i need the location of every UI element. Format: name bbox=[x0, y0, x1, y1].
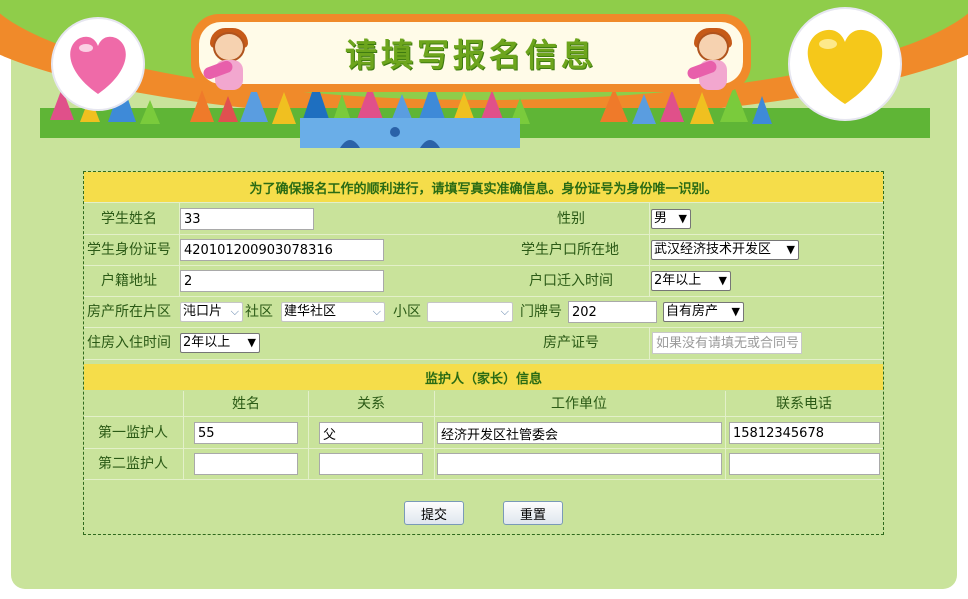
student-id-input[interactable] bbox=[180, 239, 384, 261]
household-address-input[interactable] bbox=[180, 270, 384, 292]
guardian-row-label: 第二监护人 bbox=[98, 456, 168, 472]
chevron-down-icon: ▼ bbox=[731, 305, 740, 318]
column-header-relation: 关系 bbox=[357, 396, 385, 412]
area-select[interactable]: 沌口片 ⌵ bbox=[180, 302, 243, 322]
girl-left-icon bbox=[201, 28, 253, 94]
row-name-gender: 学生姓名 性别 男▼ bbox=[84, 203, 883, 235]
community-select[interactable]: 建华社区 ⌵ bbox=[281, 302, 385, 322]
chevron-down-icon: ▼ bbox=[786, 243, 795, 256]
household-address-label: 户籍地址 bbox=[101, 273, 157, 289]
door-number-label: 门牌号 bbox=[520, 304, 562, 320]
hukou-place-select-value: 武汉经济技术开发区 bbox=[654, 242, 772, 257]
guardian-section-title: 监护人（家长）信息 bbox=[84, 364, 883, 390]
yellow-heart-icon bbox=[788, 7, 902, 121]
column-header-name: 姓名 bbox=[232, 396, 260, 412]
door-number-input[interactable] bbox=[568, 301, 657, 323]
property-area-label: 房产所在片区 bbox=[87, 304, 171, 320]
chevron-down-icon: ⌵ bbox=[372, 305, 381, 318]
submit-button[interactable]: 提交 bbox=[404, 501, 464, 525]
row-property-area: 房产所在片区 沌口片 ⌵ 社区 建华社区 ⌵ 小区 ⌵ 门牌号 自有房产 ▼ bbox=[84, 296, 883, 328]
student-name-input[interactable] bbox=[180, 208, 314, 230]
property-cert-input[interactable] bbox=[652, 332, 802, 354]
guardian1-phone-input[interactable] bbox=[729, 422, 880, 444]
hukou-move-time-value: 2年以上 bbox=[654, 273, 702, 288]
gender-select-value: 男 bbox=[654, 211, 668, 226]
header-banner: 请填写报名信息 bbox=[0, 0, 968, 160]
move-in-time-value: 2年以上 bbox=[183, 335, 231, 350]
residential-district-select[interactable]: ⌵ bbox=[427, 302, 513, 322]
residential-district-label: 小区 bbox=[393, 304, 421, 320]
pink-heart-icon bbox=[51, 17, 145, 111]
title-frame: 请填写报名信息 bbox=[191, 14, 751, 92]
community-label: 社区 bbox=[245, 304, 273, 320]
hukou-place-select[interactable]: 武汉经济技术开发区 ▼ bbox=[651, 240, 799, 260]
guardian2-workplace-input[interactable] bbox=[437, 453, 722, 475]
property-type-select[interactable]: 自有房产 ▼ bbox=[663, 302, 744, 322]
community-select-value: 建华社区 bbox=[284, 304, 337, 319]
row-movein-cert: 住房入住时间 2年以上 ▼ 房产证号 bbox=[84, 327, 883, 360]
form-notice: 为了确保报名工作的顺利进行，请填写真实准确信息。身份证号为身份唯一识别。 bbox=[84, 172, 883, 203]
row-id-hukou: 学生身份证号 学生户口所在地 武汉经济技术开发区 ▼ bbox=[84, 234, 883, 266]
guardian1-workplace-input[interactable] bbox=[437, 422, 722, 444]
area-select-value: 沌口片 bbox=[183, 304, 223, 319]
chevron-down-icon: ▼ bbox=[678, 212, 687, 225]
reset-button[interactable]: 重置 bbox=[503, 501, 563, 525]
guardian2-phone-input[interactable] bbox=[729, 453, 880, 475]
move-in-time-select[interactable]: 2年以上 ▼ bbox=[180, 333, 260, 353]
hukou-place-label: 学生户口所在地 bbox=[521, 242, 619, 258]
hukou-move-time-select[interactable]: 2年以上 ▼ bbox=[651, 271, 731, 291]
table-row: 第一监护人 bbox=[84, 417, 883, 449]
guardian2-relation-input[interactable] bbox=[319, 453, 423, 475]
hukou-move-time-label: 户口迁入时间 bbox=[529, 273, 613, 289]
page-title: 请填写报名信息 bbox=[344, 36, 597, 74]
row-address-movein: 户籍地址 户口迁入时间 2年以上 ▼ bbox=[84, 265, 883, 297]
property-cert-label: 房产证号 bbox=[543, 335, 599, 351]
column-header-phone: 联系电话 bbox=[776, 396, 832, 412]
registration-form: 为了确保报名工作的顺利进行，请填写真实准确信息。身份证号为身份唯一识别。 学生姓… bbox=[83, 171, 884, 535]
gender-select[interactable]: 男 ▼ bbox=[651, 209, 691, 229]
guardian1-name-input[interactable] bbox=[194, 422, 298, 444]
guardian2-name-input[interactable] bbox=[194, 453, 298, 475]
chevron-down-icon: ▼ bbox=[718, 274, 727, 287]
move-in-time-label: 住房入住时间 bbox=[87, 335, 171, 351]
column-header-workplace: 工作单位 bbox=[551, 396, 607, 412]
property-type-value: 自有房产 bbox=[666, 304, 719, 319]
guardian1-relation-input[interactable] bbox=[319, 422, 423, 444]
student-name-label: 学生姓名 bbox=[101, 211, 157, 227]
gender-label: 性别 bbox=[557, 211, 585, 227]
table-row: 第二监护人 bbox=[84, 448, 883, 480]
chevron-down-icon: ⌵ bbox=[500, 305, 509, 318]
chevron-down-icon: ▼ bbox=[247, 336, 256, 349]
guardian-row-label: 第一监护人 bbox=[98, 425, 168, 441]
girl-right-icon bbox=[685, 28, 737, 94]
guardian-column-headers: 姓名 关系 工作单位 联系电话 bbox=[84, 391, 883, 417]
chevron-down-icon: ⌵ bbox=[230, 305, 239, 318]
student-id-label: 学生身份证号 bbox=[87, 242, 171, 258]
